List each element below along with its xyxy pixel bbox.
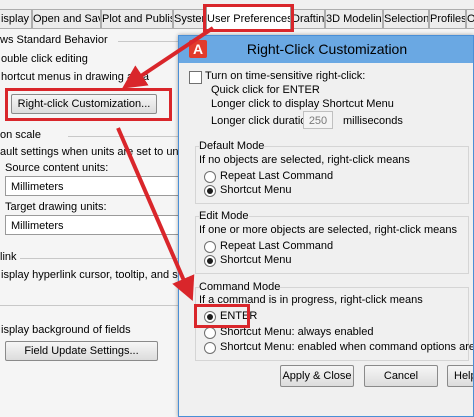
arrow-to-right-click-button <box>122 26 215 89</box>
arrow-to-enter-option <box>116 127 195 302</box>
annotation-arrows <box>116 26 215 302</box>
